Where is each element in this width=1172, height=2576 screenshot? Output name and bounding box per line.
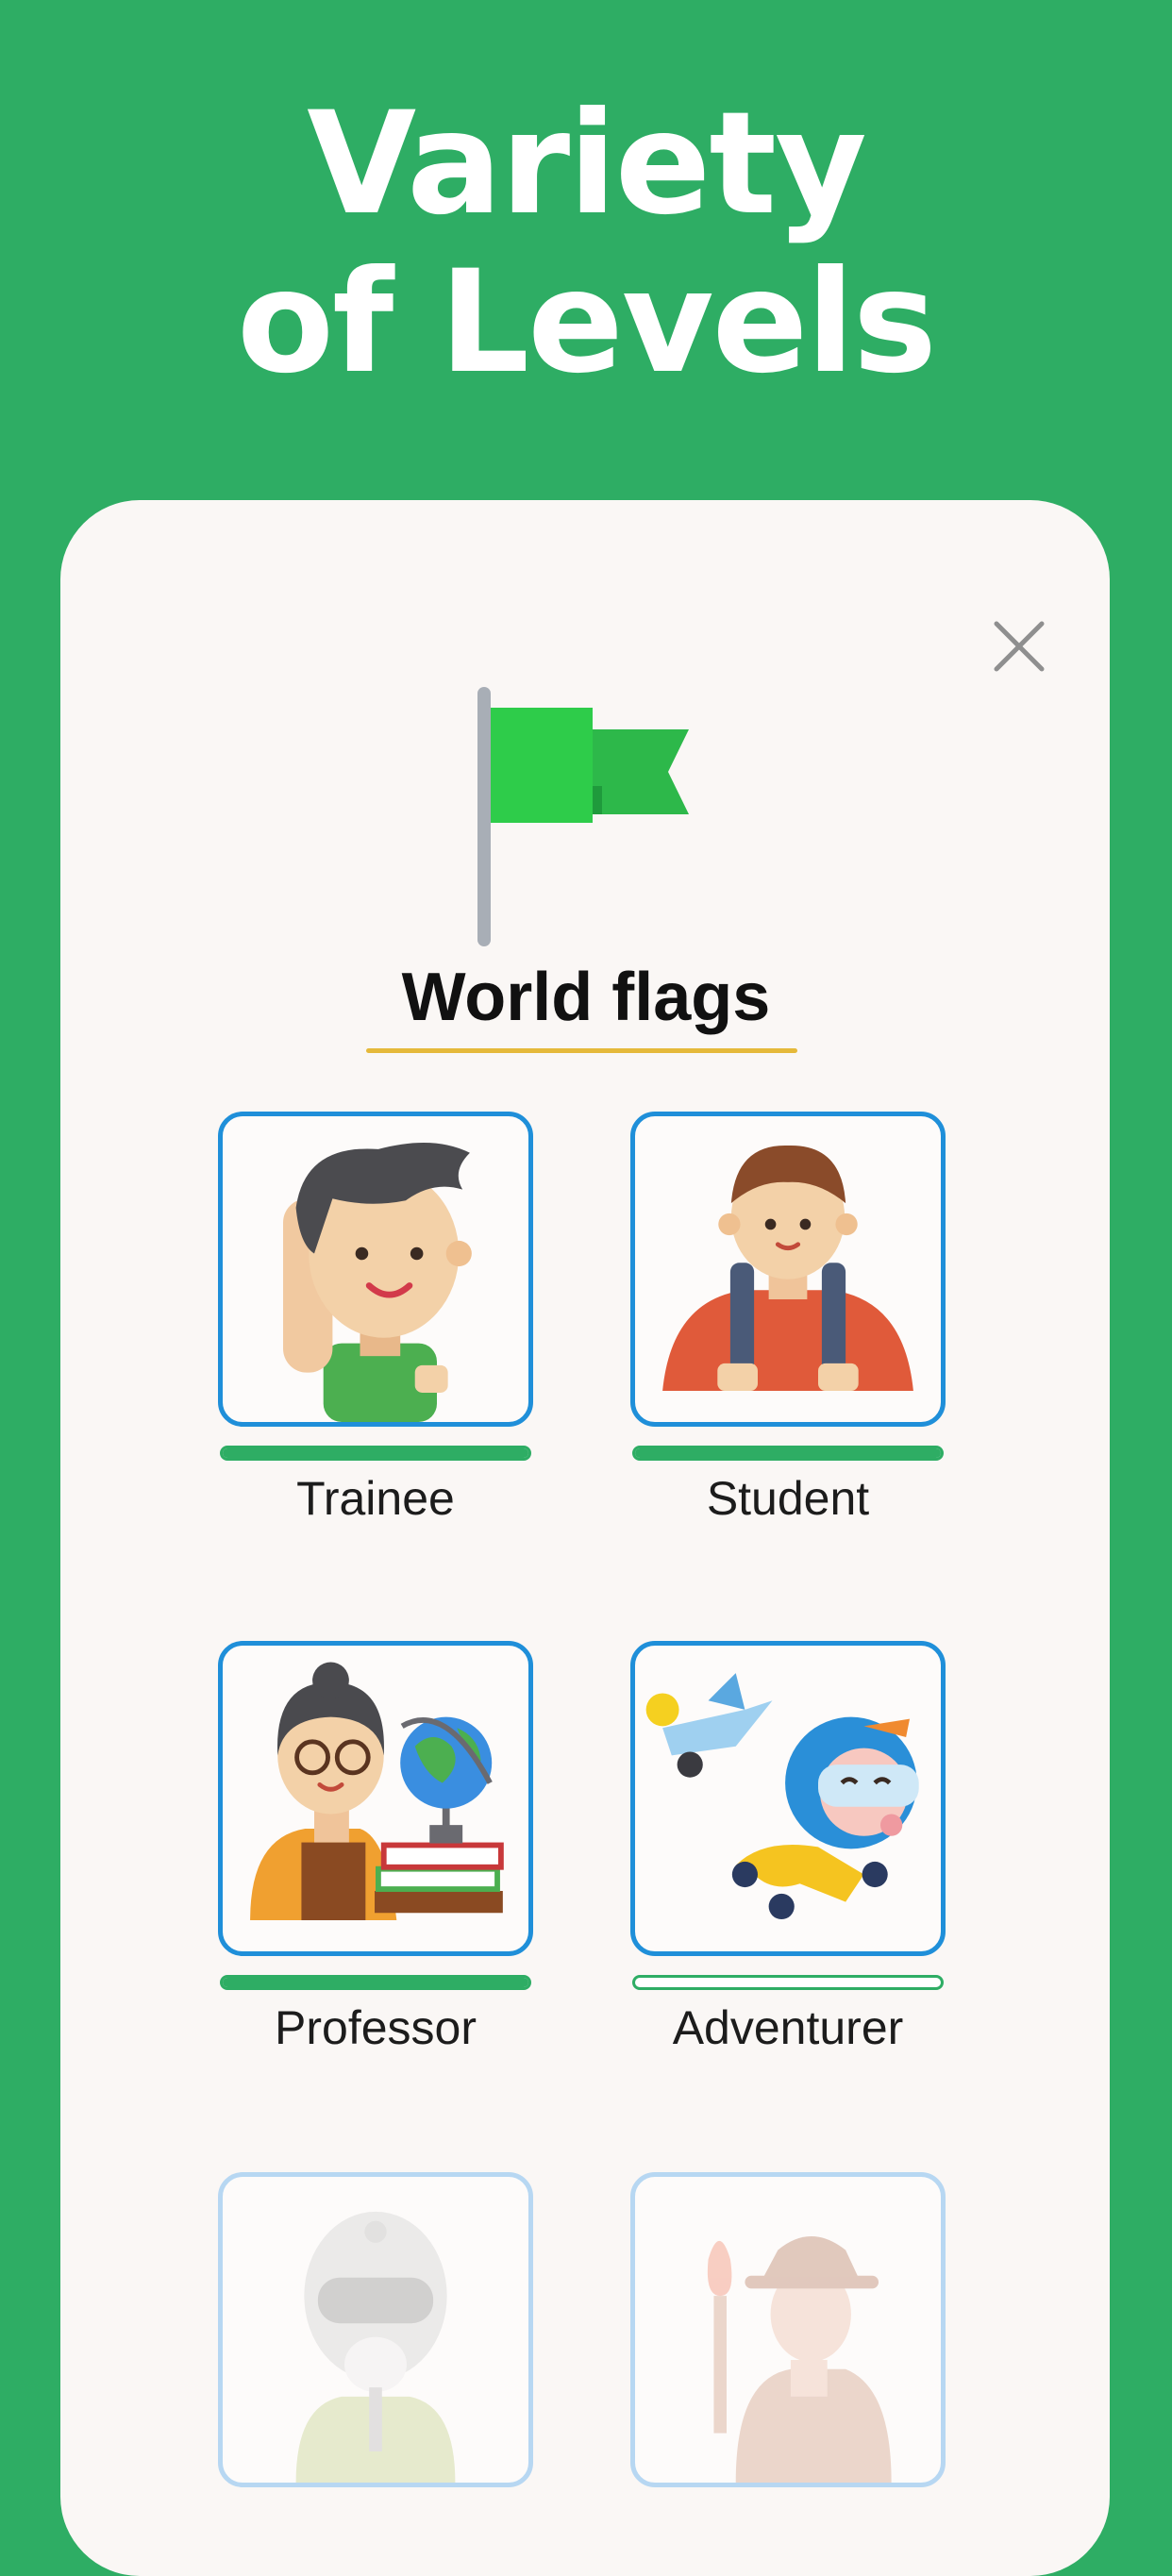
level-label: Trainee <box>296 1472 455 1525</box>
level-label: Professor <box>275 2001 477 2054</box>
headline: Variety of Levels <box>0 85 1172 402</box>
student-avatar-icon <box>662 1145 913 1392</box>
deck-title: World flags <box>401 960 771 1035</box>
level-label: Student <box>706 1472 870 1525</box>
level-progress-bar <box>220 1975 531 1990</box>
headline-line-1: Variety <box>307 82 867 246</box>
level-progress-bar <box>220 1446 531 1461</box>
level-tile-professor[interactable] <box>218 1641 533 1956</box>
headline-line-2: of Levels <box>236 241 937 405</box>
level-tile-adventurer[interactable] <box>630 1641 946 1956</box>
level-progress-fill <box>635 1448 941 1458</box>
level-label: Adventurer <box>672 2001 904 2054</box>
trainee-avatar-icon <box>283 1143 472 1422</box>
level-tile-locked[interactable] <box>630 2172 946 2487</box>
green-flag-icon <box>472 687 698 946</box>
pilot-avatar-icon <box>295 2211 456 2483</box>
level-tile-locked[interactable] <box>218 2172 533 2487</box>
explorer-avatar-icon <box>707 2236 892 2483</box>
level-progress-bar <box>632 1975 944 1990</box>
level-progress-fill <box>223 1448 528 1458</box>
close-icon[interactable] <box>991 618 1047 675</box>
level-tile-trainee[interactable] <box>218 1112 533 1427</box>
title-underline <box>366 1048 797 1053</box>
professor-avatar-icon <box>250 1662 504 1921</box>
level-tile-student[interactable] <box>630 1112 946 1427</box>
level-progress-fill <box>223 1978 528 1987</box>
level-progress-bar <box>632 1446 944 1461</box>
adventurer-avatar-icon <box>645 1673 919 1920</box>
